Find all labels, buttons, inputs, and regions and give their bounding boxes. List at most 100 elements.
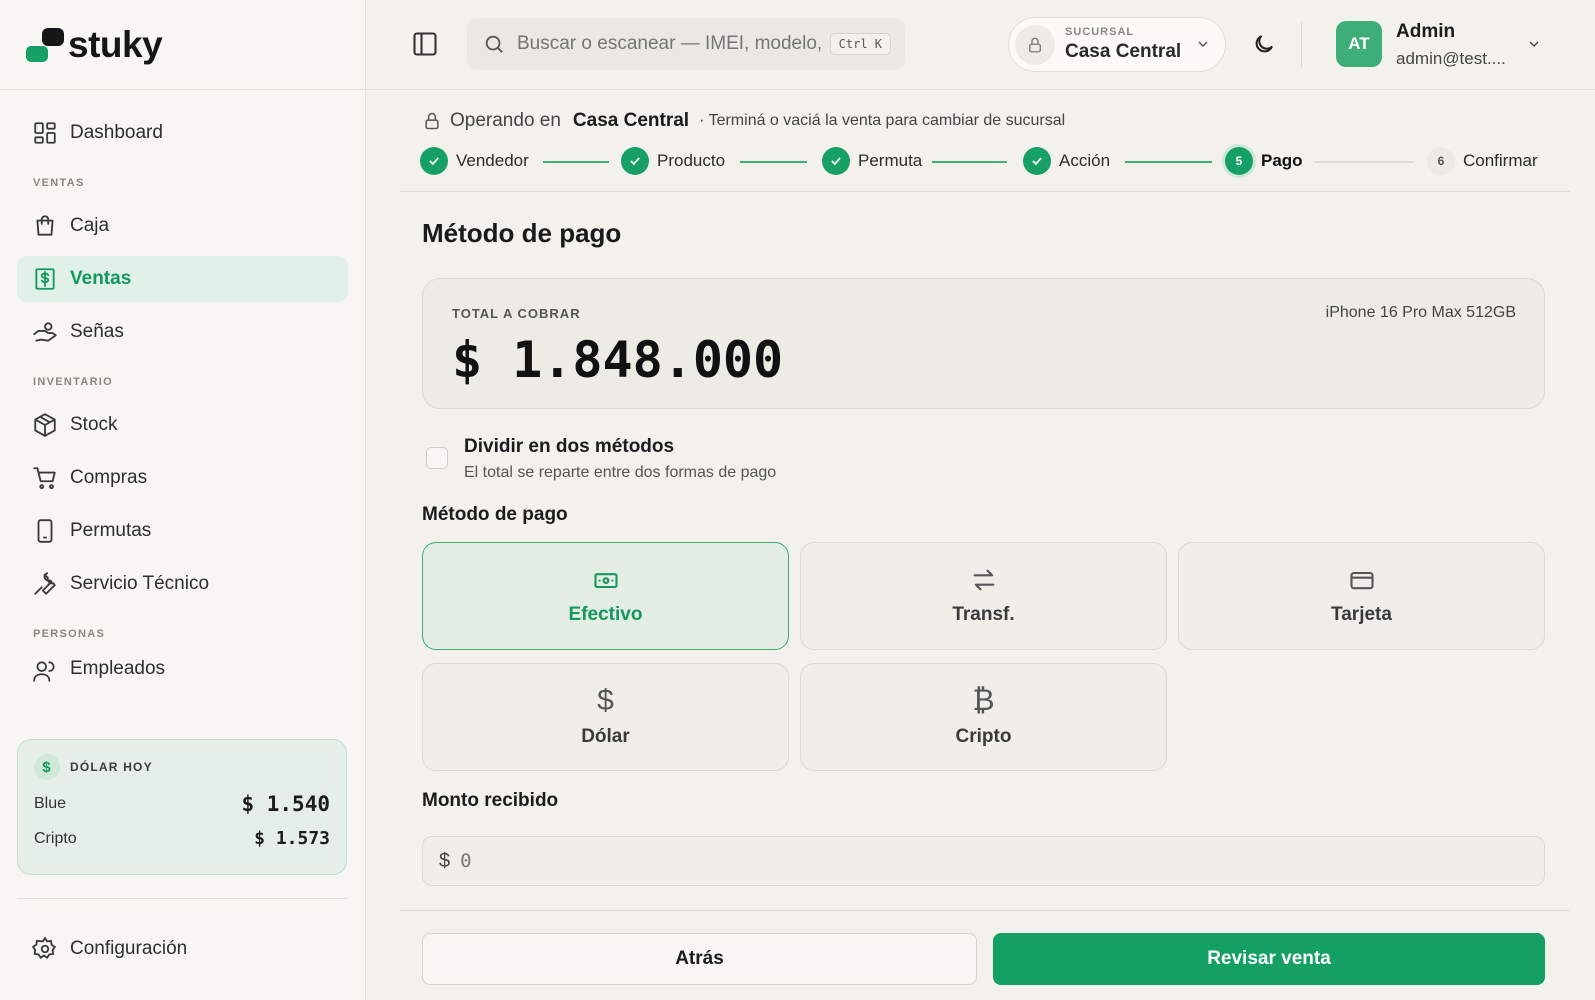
sidebar-item-empleados[interactable]: Empleados — [17, 654, 348, 684]
method-label: Efectivo — [568, 604, 643, 625]
main-content: Operando en Casa Central · Terminá o vac… — [366, 90, 1595, 1000]
dolar-label: Cripto — [34, 829, 77, 847]
dolar-title: DÓLAR HOY — [70, 760, 153, 774]
dolar-header: $ DÓLAR HOY — [34, 754, 330, 780]
config-label: Configuración — [70, 938, 188, 959]
step-label: Confirmar — [1463, 151, 1538, 170]
lock-icon — [1015, 24, 1055, 65]
bitcoin-icon: ₿ — [972, 684, 995, 717]
divider — [17, 898, 347, 899]
logo-icon — [26, 27, 64, 62]
search-bar[interactable]: Ctrl K — [467, 18, 905, 70]
sidebar-item-permutas[interactable]: Permutas — [17, 508, 348, 554]
review-sale-button[interactable]: Revisar venta — [993, 933, 1545, 985]
operating-branch-notice: Operando en Casa Central · Terminá o vac… — [422, 110, 1065, 132]
step-number: 5 — [1225, 147, 1253, 175]
methods-label: Método de pago — [422, 504, 568, 525]
sidebar-item-label: Caja — [70, 215, 110, 236]
sidebar-item-configuracion[interactable]: Configuración — [32, 936, 187, 962]
dolar-value: $ 1.540 — [241, 792, 330, 816]
cart-icon — [33, 467, 56, 490]
sidebar-item-label: Dashboard — [70, 122, 163, 143]
branch-selector[interactable]: SUCURSAL Casa Central — [1008, 17, 1226, 72]
brand-name: stuky — [68, 23, 163, 65]
back-button[interactable]: Atrás — [422, 933, 977, 985]
lock-icon — [425, 112, 439, 130]
sidebar-toggle-icon[interactable] — [411, 30, 439, 58]
step-label: Permuta — [858, 151, 923, 170]
step-connector — [740, 161, 807, 163]
sidebar-item-ventas[interactable]: Ventas — [17, 256, 348, 302]
sidebar-item-label: Servicio Técnico — [70, 573, 210, 594]
step-accion[interactable]: Acción — [1023, 147, 1110, 175]
chevron-down-icon[interactable] — [1526, 36, 1542, 52]
moon-icon[interactable] — [1252, 32, 1276, 56]
step-connector — [1314, 161, 1414, 163]
method-transferencia[interactable]: Transf. — [800, 542, 1167, 650]
sidebar-item-label: Ventas — [70, 268, 132, 289]
amount-field[interactable]: $ — [422, 836, 1545, 886]
sidebar-item-label: Permutas — [70, 520, 152, 541]
dollar-icon: $ — [34, 754, 60, 780]
dashboard-icon — [34, 122, 56, 144]
divider — [400, 191, 1570, 192]
branch-label: SUCURSAL — [1065, 26, 1135, 38]
step-confirmar[interactable]: 6 Confirmar — [1427, 147, 1538, 175]
dolar-card: $ DÓLAR HOY Blue $ 1.540 Cripto $ 1.573 — [17, 739, 347, 875]
total-value: $ 1.848.000 — [452, 331, 784, 389]
sidebar-item-senas[interactable]: Señas — [17, 309, 348, 355]
sidebar-item-label: Empleados — [70, 658, 166, 679]
amount-label: Monto recibido — [422, 790, 559, 811]
cash-icon — [593, 573, 618, 589]
dollar-receipt-icon — [35, 268, 55, 290]
sidebar-item-caja[interactable]: Caja — [17, 203, 348, 249]
split-checkbox[interactable] — [426, 447, 448, 469]
wrench-icon — [34, 572, 56, 595]
card-icon — [1349, 571, 1374, 590]
hand-coin-icon — [33, 322, 57, 342]
operating-prefix: Operando en — [450, 110, 561, 131]
split-payment-option: Dividir en dos métodos El total se repar… — [426, 436, 776, 482]
method-label: Transf. — [952, 604, 1015, 625]
total-card: TOTAL A COBRAR $ 1.848.000 iPhone 16 Pro… — [422, 278, 1545, 409]
method-dolar[interactable]: $ Dólar — [422, 663, 789, 771]
section-personas: PERSONAS — [33, 628, 106, 640]
dolar-value: $ 1.573 — [254, 828, 330, 849]
sidebar-item-stock[interactable]: Stock — [17, 402, 348, 448]
topbar: Ctrl K SUCURSAL Casa Central AT Admin ad… — [366, 0, 1595, 90]
amount-input[interactable] — [460, 850, 1361, 872]
product-name: iPhone 16 Pro Max 512GB — [1325, 304, 1516, 321]
check-icon — [822, 147, 850, 175]
sidebar-item-servicio-tecnico[interactable]: Servicio Técnico — [17, 561, 348, 607]
method-cripto[interactable]: ₿ Cripto — [800, 663, 1167, 771]
brand[interactable]: stuky — [0, 0, 365, 90]
step-producto[interactable]: Producto — [621, 147, 725, 175]
step-permuta[interactable]: Permuta — [822, 147, 922, 175]
method-tarjeta[interactable]: Tarjeta — [1178, 542, 1545, 650]
search-input[interactable] — [517, 33, 827, 55]
total-label: TOTAL A COBRAR — [452, 306, 581, 321]
gear-icon — [32, 936, 57, 959]
step-label: Pago — [1261, 151, 1303, 170]
avatar[interactable]: AT — [1336, 21, 1382, 67]
transfer-icon — [973, 569, 994, 591]
sidebar-nav: Dashboard VENTAS Caja Ventas Señas INVEN… — [0, 90, 365, 684]
section-inventario: INVENTARIO — [33, 376, 114, 388]
step-vendedor[interactable]: Vendedor — [420, 147, 529, 175]
sidebar: stuky Dashboard VENTAS Caja Ventas Señas… — [0, 0, 366, 1000]
step-label: Acción — [1059, 151, 1111, 170]
operating-branch: Casa Central — [572, 110, 690, 131]
search-icon — [485, 35, 503, 53]
currency-symbol: $ — [439, 849, 451, 872]
page-title: Método de pago — [422, 218, 622, 248]
sidebar-item-compras[interactable]: Compras — [17, 455, 348, 501]
step-pago[interactable]: 5 Pago — [1225, 147, 1303, 175]
chevron-down-icon — [1198, 41, 1208, 47]
sidebar-item-label: Stock — [70, 414, 118, 435]
dolar-label: Blue — [34, 795, 67, 812]
step-label: Vendedor — [456, 151, 529, 170]
step-number: 6 — [1427, 147, 1455, 175]
method-efectivo[interactable]: Efectivo — [422, 542, 789, 650]
phone-icon — [37, 519, 53, 543]
sidebar-item-dashboard[interactable]: Dashboard — [17, 110, 348, 156]
